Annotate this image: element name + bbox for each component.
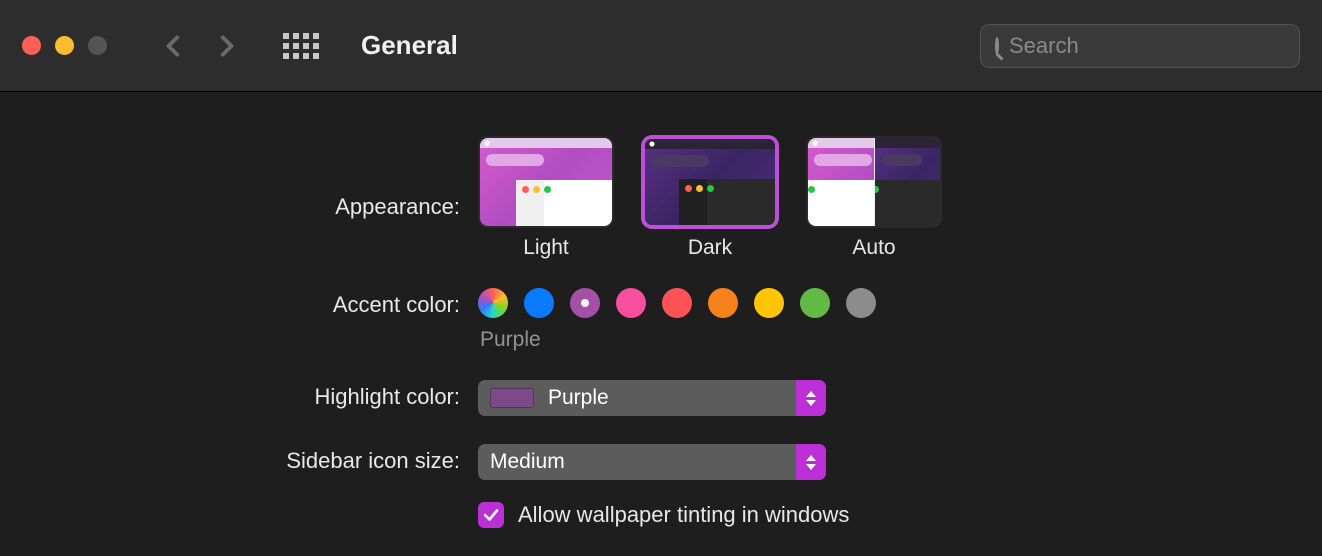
show-all-prefs-button[interactable] bbox=[283, 33, 319, 59]
accent-swatch-red[interactable] bbox=[662, 288, 692, 318]
toolbar: General bbox=[0, 0, 1322, 92]
zoom-window-button[interactable] bbox=[88, 36, 107, 55]
appearance-option-auto-label: Auto bbox=[806, 236, 942, 260]
tinting-row: Allow wallpaper tinting in windows bbox=[478, 502, 1322, 528]
appearance-option-light[interactable] bbox=[478, 136, 614, 228]
search-box[interactable] bbox=[980, 24, 1300, 68]
dropdown-stepper-icon bbox=[796, 380, 826, 416]
content: Appearance: Light Dark bbox=[0, 92, 1322, 528]
appearance-option-light-label: Light bbox=[478, 236, 614, 260]
highlight-label: Highlight color: bbox=[0, 380, 478, 410]
search-icon bbox=[995, 37, 999, 55]
appearance-option-dark[interactable] bbox=[642, 136, 778, 228]
appearance-label: Appearance: bbox=[0, 136, 478, 220]
accent-swatch-orange[interactable] bbox=[708, 288, 738, 318]
window-controls bbox=[22, 36, 107, 55]
close-window-button[interactable] bbox=[22, 36, 41, 55]
tinting-checkbox[interactable] bbox=[478, 502, 504, 528]
row-highlight: Highlight color: Purple bbox=[0, 380, 1322, 416]
checkmark-icon bbox=[482, 506, 500, 524]
highlight-color-dropdown[interactable]: Purple bbox=[478, 380, 826, 416]
accent-swatch-pink[interactable] bbox=[616, 288, 646, 318]
tinting-label: Allow wallpaper tinting in windows bbox=[518, 502, 849, 528]
accent-swatch-graphite[interactable] bbox=[846, 288, 876, 318]
dropdown-stepper-icon bbox=[796, 444, 826, 480]
accent-swatch-green[interactable] bbox=[800, 288, 830, 318]
row-accent: Accent color: Purple bbox=[0, 288, 1322, 352]
accent-swatch-multicolor[interactable] bbox=[478, 288, 508, 318]
accent-swatch-purple[interactable] bbox=[570, 288, 600, 318]
accent-label: Accent color: bbox=[0, 288, 478, 318]
appearance-option-auto[interactable] bbox=[806, 136, 942, 228]
sidebar-size-label: Sidebar icon size: bbox=[0, 444, 478, 474]
sidebar-size-value: Medium bbox=[490, 450, 565, 474]
nav-arrows bbox=[169, 38, 231, 54]
highlight-color-chip bbox=[490, 388, 534, 408]
back-button[interactable] bbox=[166, 34, 189, 57]
row-sidebar-size: Sidebar icon size: Medium Allow wallpape… bbox=[0, 444, 1322, 528]
pane-title: General bbox=[361, 30, 458, 61]
minimize-window-button[interactable] bbox=[55, 36, 74, 55]
row-appearance: Appearance: Light Dark bbox=[0, 136, 1322, 260]
accent-swatch-blue[interactable] bbox=[524, 288, 554, 318]
accent-swatch-yellow[interactable] bbox=[754, 288, 784, 318]
accent-selected-name: Purple bbox=[480, 328, 1322, 352]
search-input[interactable] bbox=[1009, 33, 1297, 59]
forward-button[interactable] bbox=[212, 34, 235, 57]
appearance-option-dark-label: Dark bbox=[642, 236, 778, 260]
sidebar-size-dropdown[interactable]: Medium bbox=[478, 444, 826, 480]
highlight-color-value: Purple bbox=[548, 386, 609, 410]
accent-swatches bbox=[478, 288, 1322, 318]
